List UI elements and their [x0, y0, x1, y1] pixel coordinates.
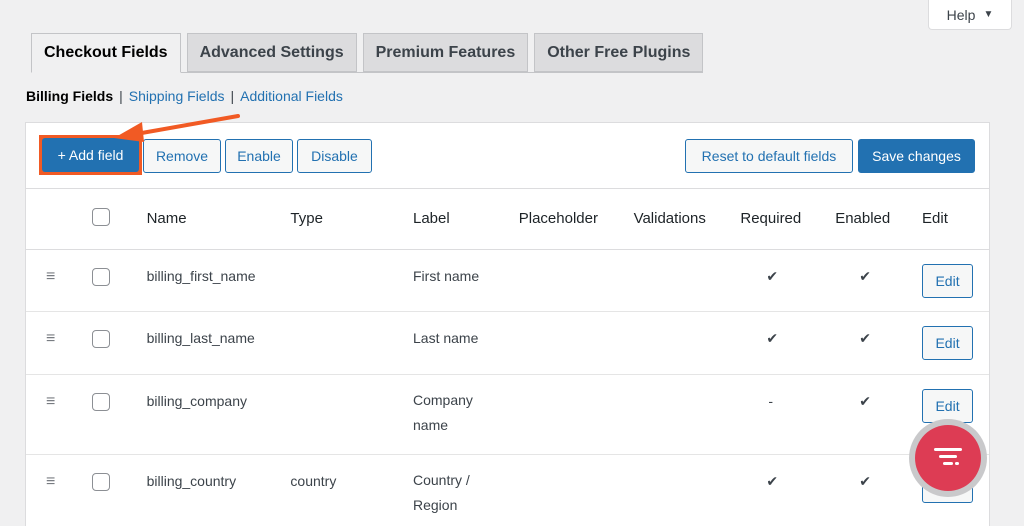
header-required: Required [740, 189, 836, 250]
header-enabled: Enabled [835, 189, 923, 250]
settings-tabs: Checkout Fields Advanced Settings Premiu… [31, 33, 704, 73]
subnav-separator: | [119, 88, 123, 104]
caret-down-icon: ▼ [983, 9, 994, 20]
select-all-checkbox[interactable] [91, 207, 110, 226]
field-label: Company name [413, 374, 519, 455]
tab-other-free-plugins[interactable]: Other Free Plugins [534, 33, 704, 72]
fields-table: Name Type Label Placeholder Validations … [26, 189, 989, 526]
table-row: ≡ billing_company Company name - ✔ Edit [26, 374, 989, 455]
drag-handle-icon[interactable]: ≡ [26, 311, 92, 375]
field-label-line1: First name [413, 267, 480, 284]
header-name: Name [146, 189, 291, 250]
field-label-line1: Country / [413, 471, 470, 488]
subnav-shipping-fields[interactable]: Shipping Fields [129, 88, 225, 104]
subnav-separator: | [230, 88, 235, 104]
annotation-arrow-icon [114, 114, 240, 142]
field-label-line1: Company [413, 391, 473, 408]
reset-default-fields-button[interactable]: Reset to default fields [685, 139, 853, 173]
header-select [91, 189, 147, 250]
field-name: billing_first_name [146, 249, 291, 312]
edit-button[interactable]: Edit [922, 325, 974, 360]
header-type: Type [290, 189, 413, 250]
header-validations: Validations [633, 189, 741, 250]
help-label: Help [946, 6, 976, 23]
field-placeholder [518, 311, 634, 375]
field-type: country [290, 454, 413, 526]
field-enabled-check-icon: ✔ [835, 249, 923, 312]
remove-button[interactable]: Remove [143, 139, 221, 173]
table-row: ≡ billing_first_name First name ✔ ✔ Edit [26, 249, 989, 312]
field-placeholder [518, 249, 634, 312]
drag-handle-icon[interactable]: ≡ [26, 454, 92, 526]
field-placeholder [518, 454, 634, 526]
field-required-check-icon: ✔ [740, 454, 836, 526]
field-name: billing_country [146, 454, 291, 526]
filter-lines-icon [934, 448, 962, 465]
subnav-billing-fields[interactable]: Billing Fields [26, 88, 113, 104]
header-label: Label [413, 189, 519, 250]
field-label: Last name [413, 311, 519, 375]
field-label-line1: Last name [413, 329, 479, 346]
field-validations [633, 454, 741, 526]
add-field-button[interactable]: + Add field [42, 138, 139, 172]
tab-checkout-fields[interactable]: Checkout Fields [31, 33, 181, 73]
enable-button[interactable]: Enable [225, 139, 293, 173]
table-header-row: Name Type Label Placeholder Validations … [26, 189, 989, 250]
table-row: ≡ billing_last_name Last name ✔ ✔ Edit [26, 311, 989, 375]
field-name: billing_last_name [146, 311, 291, 375]
field-label-line2: name [413, 416, 449, 433]
section-subnav: Billing Fields | Shipping Fields | Addit… [26, 88, 343, 104]
field-required-dash: - [740, 374, 836, 455]
field-type [290, 311, 413, 375]
field-validations [633, 249, 741, 312]
header-edit: Edit [922, 189, 989, 250]
field-label: First name [413, 249, 519, 312]
field-enabled-check-icon: ✔ [835, 374, 923, 455]
field-label-line2: Region [413, 496, 458, 513]
field-placeholder [518, 374, 634, 455]
drag-handle-icon[interactable]: ≡ [26, 249, 92, 312]
field-label: Country / Region [413, 454, 519, 526]
field-required-check-icon: ✔ [740, 249, 836, 312]
field-enabled-check-icon: ✔ [835, 311, 923, 375]
edit-button[interactable]: Edit [922, 263, 974, 298]
chat-widget-inner [915, 425, 981, 491]
save-changes-button[interactable]: Save changes [858, 139, 975, 173]
edit-button[interactable]: Edit [922, 388, 974, 423]
chat-widget-button[interactable] [909, 419, 987, 497]
field-validations [633, 374, 741, 455]
tab-advanced-settings[interactable]: Advanced Settings [186, 33, 357, 72]
field-validations [633, 311, 741, 375]
row-checkbox[interactable] [91, 472, 110, 491]
tab-premium-features[interactable]: Premium Features [362, 33, 529, 72]
field-name: billing_company [146, 374, 291, 455]
row-checkbox[interactable] [91, 392, 110, 411]
row-checkbox[interactable] [91, 267, 110, 286]
field-type [290, 374, 413, 455]
header-placeholder: Placeholder [518, 189, 634, 250]
fields-panel: + Add field Remove Enable Disable Reset … [25, 122, 990, 526]
row-checkbox[interactable] [91, 329, 110, 348]
field-required-check-icon: ✔ [740, 311, 836, 375]
table-row: ≡ billing_country country Country / Regio… [26, 454, 989, 526]
help-button[interactable]: Help ▼ [928, 0, 1012, 30]
disable-button[interactable]: Disable [297, 139, 372, 173]
subnav-additional-fields[interactable]: Additional Fields [240, 88, 343, 104]
drag-handle-icon[interactable]: ≡ [26, 374, 92, 455]
field-type [290, 249, 413, 312]
header-grip [26, 189, 92, 250]
